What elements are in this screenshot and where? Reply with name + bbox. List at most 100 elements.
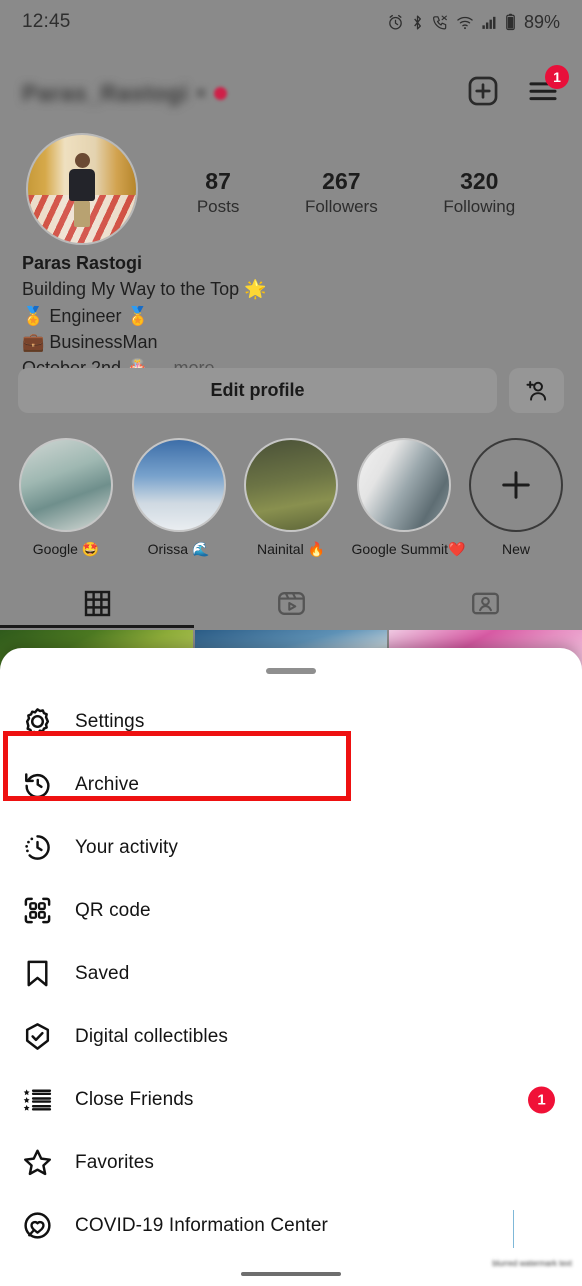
menu-item-saved[interactable]: Saved	[0, 942, 582, 1005]
qr-code-icon	[22, 895, 62, 926]
display-name: Paras Rastogi	[22, 253, 143, 273]
stat-label: Following	[443, 196, 516, 216]
menu-item-label: Settings	[75, 710, 145, 732]
home-indicator[interactable]	[241, 1272, 341, 1276]
bottom-sheet-menu: Settings Archive Your activity QR code S…	[0, 648, 582, 1286]
clock-rewind-icon	[22, 769, 62, 800]
bluetooth-icon	[414, 14, 421, 30]
stat-following[interactable]: 320 Following	[443, 167, 515, 217]
stat-label: Followers	[304, 196, 378, 216]
menu-item-label: Digital collectibles	[75, 1025, 229, 1047]
chevron-down-icon	[196, 88, 207, 98]
stat-followers[interactable]: 267 Followers	[305, 167, 378, 217]
highlight-item[interactable]: Google Summit❤️	[352, 438, 465, 558]
menu-item-close-friends[interactable]: Close Friends 1	[0, 1068, 582, 1131]
stat-value: 267	[322, 168, 361, 194]
menu-item-covid-information-center[interactable]: COVID-19 Information Center	[0, 1194, 582, 1257]
profile-bio: Paras Rastogi Building My Way to the Top…	[22, 250, 452, 382]
menu-item-archive[interactable]: Archive	[0, 753, 582, 816]
highlight-thumb	[19, 438, 113, 532]
menu-item-label: Archive	[75, 773, 140, 795]
status-dot-icon	[214, 86, 228, 100]
menu-item-your-activity[interactable]: Your activity	[0, 816, 582, 879]
bookmark-icon	[22, 958, 62, 989]
watermark-line	[513, 1210, 514, 1248]
avatar-person	[69, 153, 95, 228]
menu-item-favorites[interactable]: Favorites	[0, 1131, 582, 1194]
bio-line-2: 🏅 Engineer 🏅	[22, 305, 149, 326]
highlight-thumb	[244, 438, 338, 532]
highlight-item[interactable]: Orissa 🌊	[127, 438, 231, 558]
battery-percent-label: 89%	[523, 11, 560, 32]
battery-icon	[506, 13, 515, 31]
profile-action-row: Edit profile	[0, 368, 582, 413]
highlight-label: Google 🤩	[32, 541, 100, 557]
profile-screen-dimmed: 12:45 89% Paras_Rastogi 1 87 Posts 267 F…	[0, 0, 582, 680]
signal-icon	[482, 16, 496, 29]
stat-posts[interactable]: 87 Posts	[197, 167, 240, 217]
reels-icon	[277, 591, 305, 615]
highlight-label: Nainital 🔥	[256, 541, 325, 557]
profile-tabs	[0, 578, 582, 628]
username-dropdown[interactable]: Paras_Rastogi	[22, 79, 228, 107]
close-friends-badge: 1	[528, 1086, 555, 1113]
bio-line-3: 💼 BusinessMan	[22, 332, 158, 352]
grid-icon	[84, 590, 110, 616]
reels-tab[interactable]	[194, 578, 388, 628]
add-post-button[interactable]	[466, 74, 500, 113]
new-highlight-item[interactable]: New	[464, 438, 568, 558]
plus-square-icon	[468, 76, 498, 105]
highlight-item[interactable]: Nainital 🔥	[239, 438, 343, 558]
activity-clock-icon	[22, 832, 62, 863]
menu-item-label: Close Friends	[75, 1088, 194, 1110]
plus-icon	[502, 471, 530, 499]
avatar[interactable]	[26, 133, 138, 245]
highlight-label: Orissa 🌊	[147, 541, 210, 557]
status-time: 12:45	[22, 11, 71, 32]
grid-tab[interactable]	[0, 578, 194, 628]
menu-item-digital-collectibles[interactable]: Digital collectibles	[0, 1005, 582, 1068]
profile-stats: 87 Posts 267 Followers 320 Following	[138, 133, 582, 217]
username-label: Paras_Rastogi	[22, 79, 189, 106]
menu-item-label: Favorites	[75, 1151, 155, 1173]
tagged-person-icon	[471, 592, 499, 614]
header-actions: 1	[466, 64, 569, 113]
menu-item-label: Saved	[75, 962, 130, 984]
star-icon	[22, 1147, 62, 1178]
menu-item-label: Your activity	[75, 836, 179, 858]
add-person-icon	[525, 380, 546, 401]
drag-handle[interactable]	[266, 668, 316, 674]
stat-value: 87	[205, 168, 231, 194]
tagged-tab[interactable]	[388, 578, 582, 628]
menu-list: Settings Archive Your activity QR code S…	[0, 690, 582, 1257]
add-person-button[interactable]	[509, 368, 564, 413]
menu-item-qr-code[interactable]: QR code	[0, 879, 582, 942]
stat-value: 320	[460, 168, 499, 194]
alarm-icon	[389, 14, 402, 30]
menu-item-settings[interactable]: Settings	[0, 690, 582, 753]
call-mute-icon	[432, 15, 447, 29]
menu-notification-badge: 1	[545, 64, 569, 89]
active-tab-underline	[0, 625, 194, 628]
status-icons: 89%	[387, 12, 560, 33]
heart-circle-icon	[22, 1210, 62, 1241]
new-highlight-circle	[469, 438, 563, 532]
menu-item-label: QR code	[75, 899, 151, 921]
stat-label: Posts	[196, 196, 240, 216]
status-bar: 12:45 89%	[0, 0, 582, 44]
watermark-text: blurred watermark text	[492, 1259, 572, 1268]
avatar-and-stats-row: 87 Posts 267 Followers 320 Following	[0, 133, 582, 248]
bio-line-1: Building My Way to the Top 🌟	[22, 279, 267, 300]
highlight-item[interactable]: Google 🤩	[14, 438, 118, 558]
star-list-icon	[22, 1084, 62, 1115]
menu-item-label: COVID-19 Information Center	[75, 1214, 328, 1236]
highlight-thumb	[131, 438, 226, 532]
edit-profile-button[interactable]: Edit profile	[18, 368, 497, 413]
hamburger-menu-button[interactable]: 1	[526, 64, 569, 113]
gear-icon	[22, 706, 62, 737]
profile-header: Paras_Rastogi 1	[0, 62, 582, 124]
new-highlight-label: New	[501, 541, 530, 557]
wifi-icon	[457, 16, 473, 29]
shield-check-icon	[22, 1021, 62, 1052]
highlight-thumb	[356, 438, 451, 532]
